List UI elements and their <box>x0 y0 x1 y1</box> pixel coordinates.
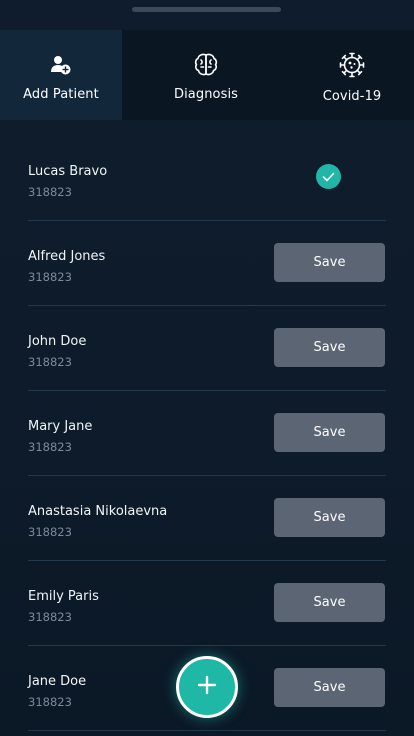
patient-id: 318823 <box>28 525 72 539</box>
tab-covid-19[interactable]: Covid-19 <box>290 30 414 120</box>
patient-list: Lucas Bravo 318823 Alfred Jones 318823 S… <box>28 136 386 731</box>
patient-name: Jane Doe <box>28 674 87 689</box>
patient-name: Mary Jane <box>28 419 93 434</box>
patient-row[interactable]: John Doe 318823 Save <box>28 306 386 391</box>
add-user-icon <box>46 50 76 80</box>
save-button[interactable]: Save <box>274 243 385 282</box>
patient-id: 318823 <box>28 440 72 454</box>
virus-icon <box>337 50 367 80</box>
save-button[interactable]: Save <box>274 498 385 537</box>
patient-name: Alfred Jones <box>28 249 106 264</box>
patient-row[interactable]: Mary Jane 318823 Save <box>28 391 386 476</box>
patient-row[interactable]: Anastasia Nikolaevna 318823 Save <box>28 476 386 561</box>
tab-diagnosis[interactable]: Diagnosis <box>122 30 290 120</box>
top-tab-bar: Add Patient Diagnosis Covid-19 <box>0 30 414 120</box>
save-button[interactable]: Save <box>274 583 385 622</box>
patient-id: 318823 <box>28 355 72 369</box>
app-screen: Add Patient Diagnosis Covid-19 Lucas Bra… <box>0 0 414 736</box>
patient-name: Anastasia Nikolaevna <box>28 504 168 519</box>
tab-add-patient[interactable]: Add Patient <box>0 30 122 120</box>
tab-covid-19-label: Covid-19 <box>322 89 382 104</box>
save-button[interactable]: Save <box>274 413 385 452</box>
check-icon <box>316 164 341 189</box>
patient-row[interactable]: Emily Paris 318823 Save <box>28 561 386 646</box>
patient-id: 318823 <box>28 695 72 709</box>
patient-row[interactable]: Alfred Jones 318823 Save <box>28 221 386 306</box>
tab-diagnosis-label: Diagnosis <box>173 87 239 102</box>
patient-id: 318823 <box>28 185 72 199</box>
patient-row[interactable]: Lucas Bravo 318823 <box>28 136 386 221</box>
tab-add-patient-label: Add Patient <box>23 87 99 102</box>
patient-name: Lucas Bravo <box>28 164 108 179</box>
save-button[interactable]: Save <box>274 668 385 707</box>
brain-icon <box>191 50 221 80</box>
drag-handle[interactable] <box>132 7 281 12</box>
patient-id: 318823 <box>28 610 72 624</box>
patient-name: John Doe <box>28 334 87 349</box>
plus-icon <box>196 674 218 700</box>
add-fab-button[interactable] <box>176 656 238 718</box>
patient-id: 318823 <box>28 270 72 284</box>
patient-name: Emily Paris <box>28 589 99 604</box>
save-button[interactable]: Save <box>274 328 385 367</box>
